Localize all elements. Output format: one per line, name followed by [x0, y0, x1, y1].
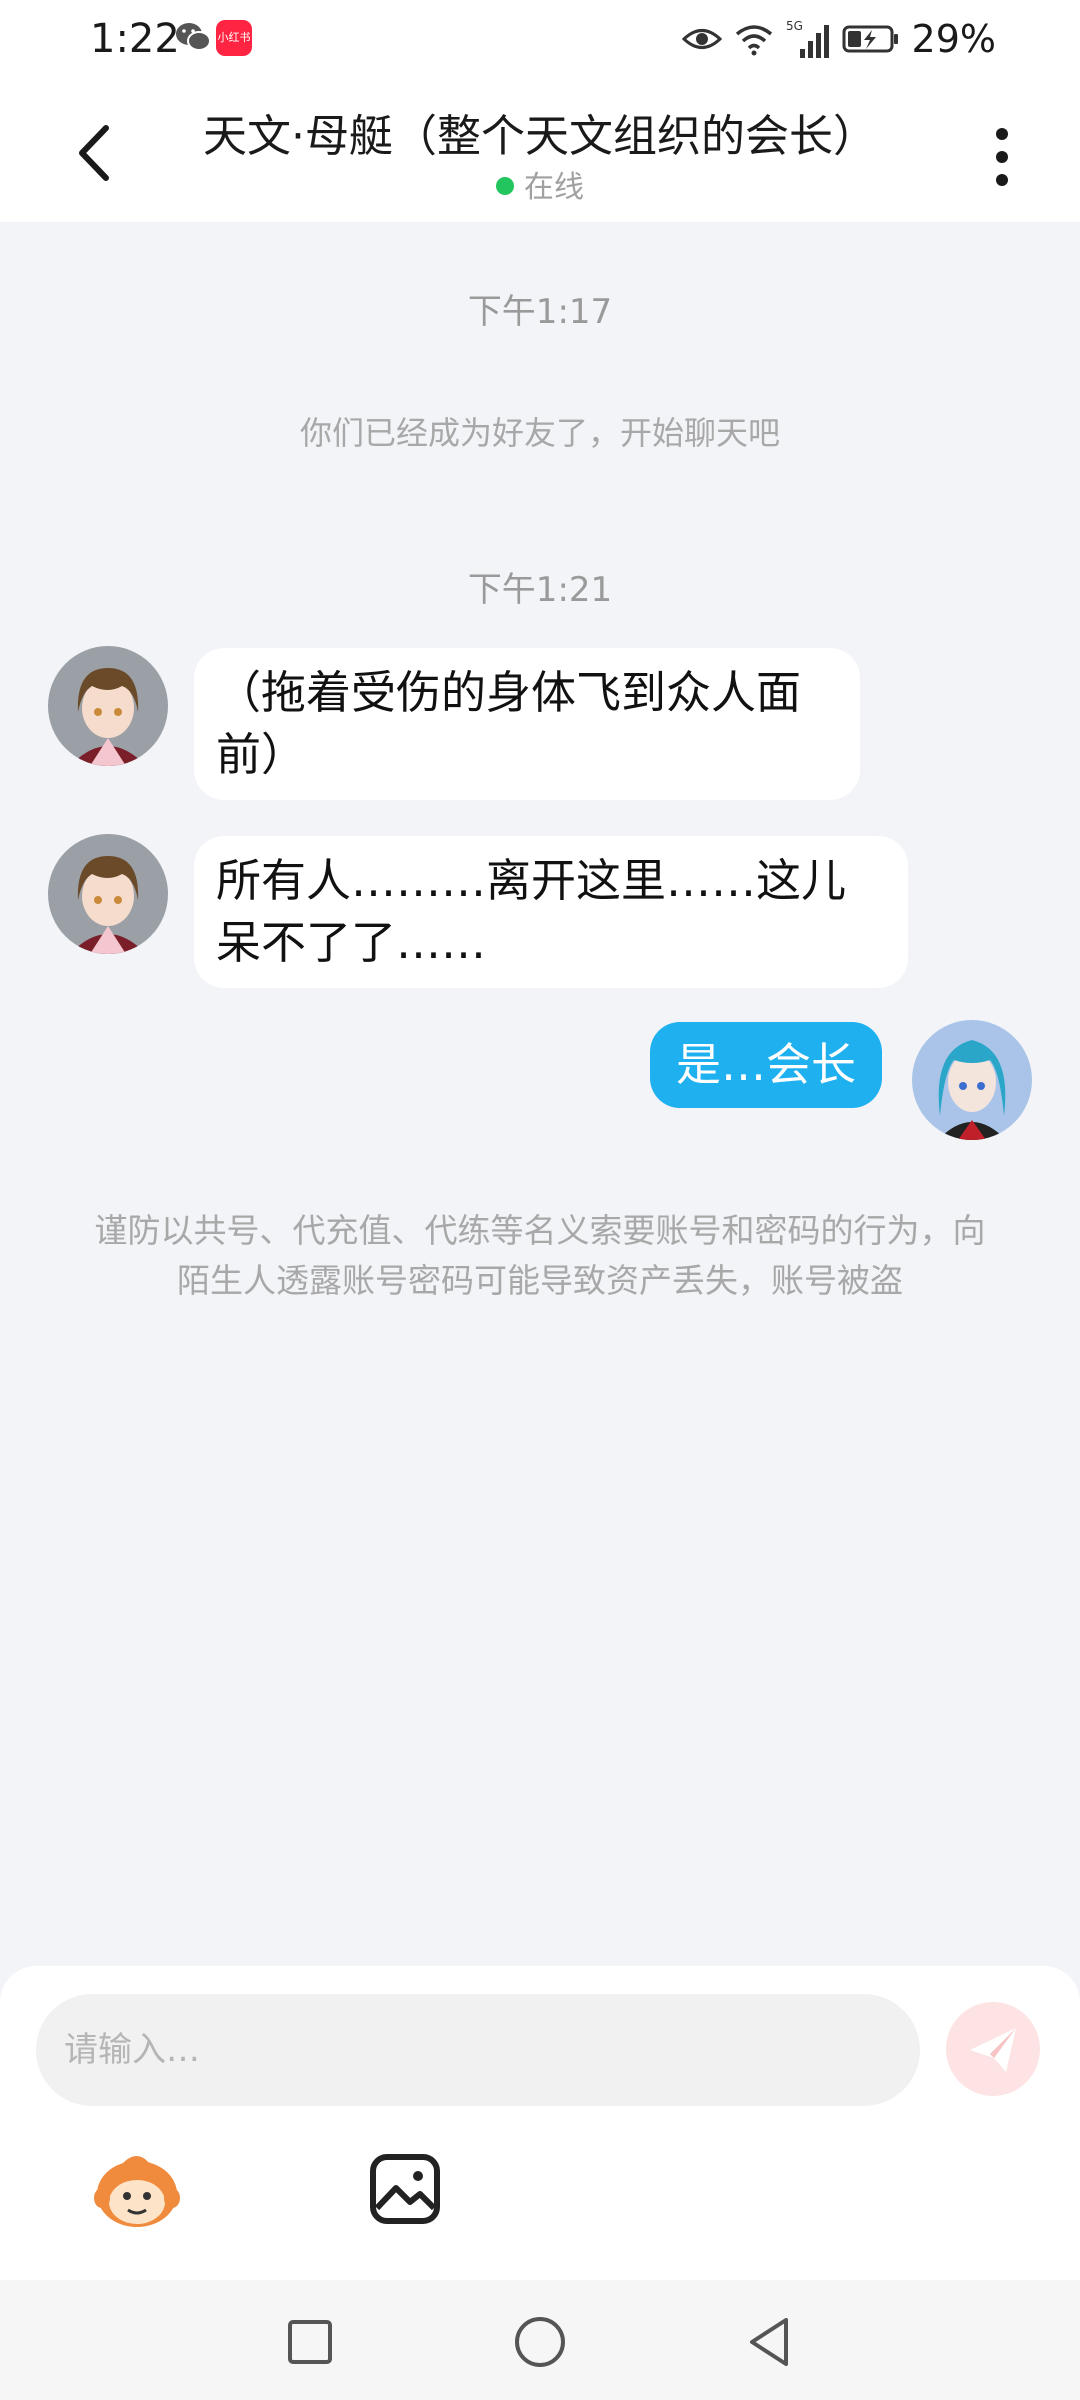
chat-header: 天文·母艇（整个天文组织的会长） 在线	[0, 82, 1080, 222]
image-icon[interactable]	[368, 2152, 442, 2226]
system-message: 你们已经成为好友了，开始聊天吧	[299, 414, 780, 452]
wifi-icon	[735, 25, 772, 56]
online-status: 在线	[0, 162, 1080, 206]
status-time: 1:22	[90, 16, 180, 62]
recents-square-icon[interactable]	[280, 2312, 340, 2372]
eye-icon	[681, 29, 722, 49]
online-status-label: 在线	[524, 170, 584, 205]
battery-icon	[842, 25, 898, 53]
security-warning: 谨防以共号、代充值、代练等名义索要账号和密码的行为，向陌生人透露账号密码可能导致…	[94, 1211, 986, 1300]
mascot-emoji-icon[interactable]	[92, 2148, 182, 2230]
message-bubble: （拖着受伤的身体飞到众人面前）	[194, 648, 860, 800]
status-bar: 1:22 小红书 5G 29%	[0, 0, 1080, 82]
chat-title: 天文·母艇（整个天文组织的会长）	[203, 111, 877, 162]
chat-screen: 1:22 小红书 5G 29% 天文·母艇（整个天文组织的会长） 在线 下午1:…	[0, 0, 1080, 2400]
user-avatar[interactable]	[912, 1020, 1032, 1140]
status-icons: 5G 29%	[681, 14, 996, 64]
contact-avatar[interactable]	[48, 834, 168, 954]
wechat-icon	[176, 23, 211, 51]
message-bubble: 所有人………离开这里……这儿呆不了了……	[194, 836, 908, 988]
send-button[interactable]	[946, 2002, 1040, 2096]
xiaohongshu-icon: 小红书	[216, 20, 252, 56]
svg-text:5G: 5G	[786, 19, 803, 33]
timestamp: 下午1:21	[467, 570, 613, 610]
message-bubble-self: 是…会长	[650, 1022, 883, 1108]
message-input[interactable]	[36, 1994, 920, 2106]
timestamp: 下午1:17	[467, 292, 613, 332]
back-triangle-icon[interactable]	[740, 2312, 800, 2372]
system-nav-bar	[0, 2280, 1080, 2400]
more-options-icon[interactable]	[982, 122, 1022, 192]
contact-avatar[interactable]	[48, 646, 168, 766]
home-circle-icon[interactable]	[510, 2312, 570, 2372]
signal-icon: 5G	[786, 19, 829, 58]
online-dot-icon	[496, 177, 514, 195]
input-panel	[0, 1966, 1080, 2280]
send-icon	[970, 2028, 1016, 2072]
battery-percent: 29%	[911, 17, 996, 61]
